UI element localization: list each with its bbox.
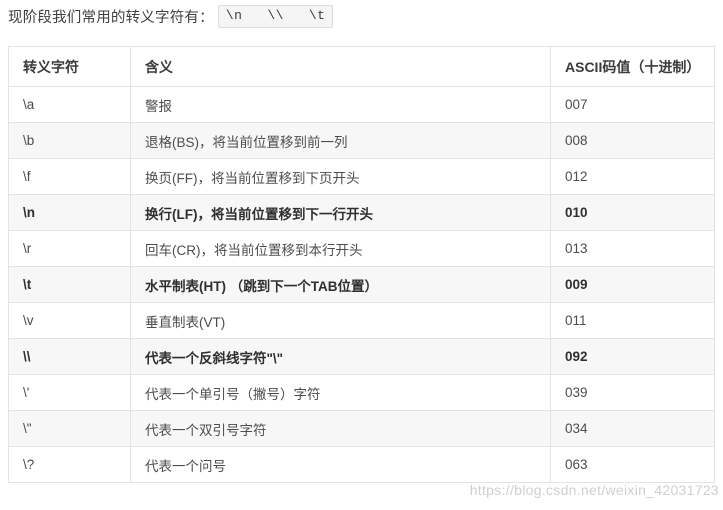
- cell-ascii-value: 039: [550, 374, 715, 411]
- cell-meaning: 代表一个问号: [130, 446, 551, 483]
- cell-meaning: 代表一个反斜线字符"\": [130, 338, 551, 375]
- table-row: \v 垂直制表(VT) 011: [8, 302, 715, 339]
- cell-meaning: 回车(CR)，将当前位置移到本行开头: [130, 230, 551, 267]
- cell-escape-char: \v: [8, 302, 131, 339]
- cell-ascii-value: 010: [550, 194, 715, 231]
- cell-meaning: 代表一个单引号（撇号）字符: [130, 374, 551, 411]
- cell-ascii-value: 007: [550, 86, 715, 123]
- table-body: \a 警报 007 \b 退格(BS)，将当前位置移到前一列 008 \f 换页(FF)，将当…: [8, 86, 715, 483]
- cell-meaning: 换页(FF)，将当前位置移到下页开头: [130, 158, 551, 195]
- cell-escape-char: \r: [8, 230, 131, 267]
- cell-ascii-value: 011: [550, 302, 715, 339]
- escape-character-table-container: 转义字符 含义 ASCII码值（十进制） \a 警报 007 \b 退格(BS)，将当前…: [8, 46, 715, 483]
- cell-ascii-value: 008: [550, 122, 715, 159]
- cell-ascii-value: 009: [550, 266, 715, 303]
- column-header-ascii: ASCII码值（十进制）: [550, 46, 715, 87]
- table-row: \? 代表一个问号 063: [8, 446, 715, 483]
- cell-ascii-value: 063: [550, 446, 715, 483]
- column-header-meaning: 含义: [130, 46, 551, 87]
- intro-text: 现阶段我们常用的转义字符有：: [8, 10, 214, 26]
- cell-meaning: 警报: [130, 86, 551, 123]
- escape-chars-code-badge: \n \\ \t: [217, 5, 334, 28]
- table-row: \t 水平制表(HT) （跳到下一个TAB位置） 009: [8, 266, 715, 303]
- cell-escape-char: \": [8, 410, 131, 447]
- cell-meaning: 退格(BS)，将当前位置移到前一列: [130, 122, 551, 159]
- cell-escape-char: \t: [8, 266, 131, 303]
- table-row: \f 换页(FF)，将当前位置移到下页开头 012: [8, 158, 715, 195]
- cell-escape-char: \': [8, 374, 131, 411]
- watermark: https://blog.csdn.net/weixin_42031723: [469, 482, 719, 498]
- table-row: \\ 代表一个反斜线字符"\" 092: [8, 338, 715, 375]
- table-header: 转义字符 含义 ASCII码值（十进制）: [8, 46, 715, 87]
- column-header-escape-char: 转义字符: [8, 46, 131, 87]
- cell-meaning: 换行(LF)，将当前位置移到下一行开头: [130, 194, 551, 231]
- cell-escape-char: \a: [8, 86, 131, 123]
- cell-escape-char: \b: [8, 122, 131, 159]
- table-row: \a 警报 007: [8, 86, 715, 123]
- table-row: \' 代表一个单引号（撇号）字符 039: [8, 374, 715, 411]
- cell-ascii-value: 034: [550, 410, 715, 447]
- cell-meaning: 水平制表(HT) （跳到下一个TAB位置）: [130, 266, 551, 303]
- cell-ascii-value: 092: [550, 338, 715, 375]
- cell-ascii-value: 013: [550, 230, 715, 267]
- table-row: \" 代表一个双引号字符 034: [8, 410, 715, 447]
- cell-escape-char: \n: [8, 194, 131, 231]
- table-header-row: 转义字符 含义 ASCII码值（十进制）: [8, 46, 715, 87]
- table-row: \n 换行(LF)，将当前位置移到下一行开头 010: [8, 194, 715, 231]
- cell-meaning: 垂直制表(VT): [130, 302, 551, 339]
- cell-escape-char: \\: [8, 338, 131, 375]
- table-row: \r 回车(CR)，将当前位置移到本行开头 013: [8, 230, 715, 267]
- cell-escape-char: \?: [8, 446, 131, 483]
- cell-escape-char: \f: [8, 158, 131, 195]
- cell-meaning: 代表一个双引号字符: [130, 410, 551, 447]
- cell-ascii-value: 012: [550, 158, 715, 195]
- intro-line: 现阶段我们常用的转义字符有： \n \\ \t: [0, 0, 723, 28]
- escape-character-table: 转义字符 含义 ASCII码值（十进制） \a 警报 007 \b 退格(BS)，将当前…: [8, 46, 715, 483]
- table-row: \b 退格(BS)，将当前位置移到前一列 008: [8, 122, 715, 159]
